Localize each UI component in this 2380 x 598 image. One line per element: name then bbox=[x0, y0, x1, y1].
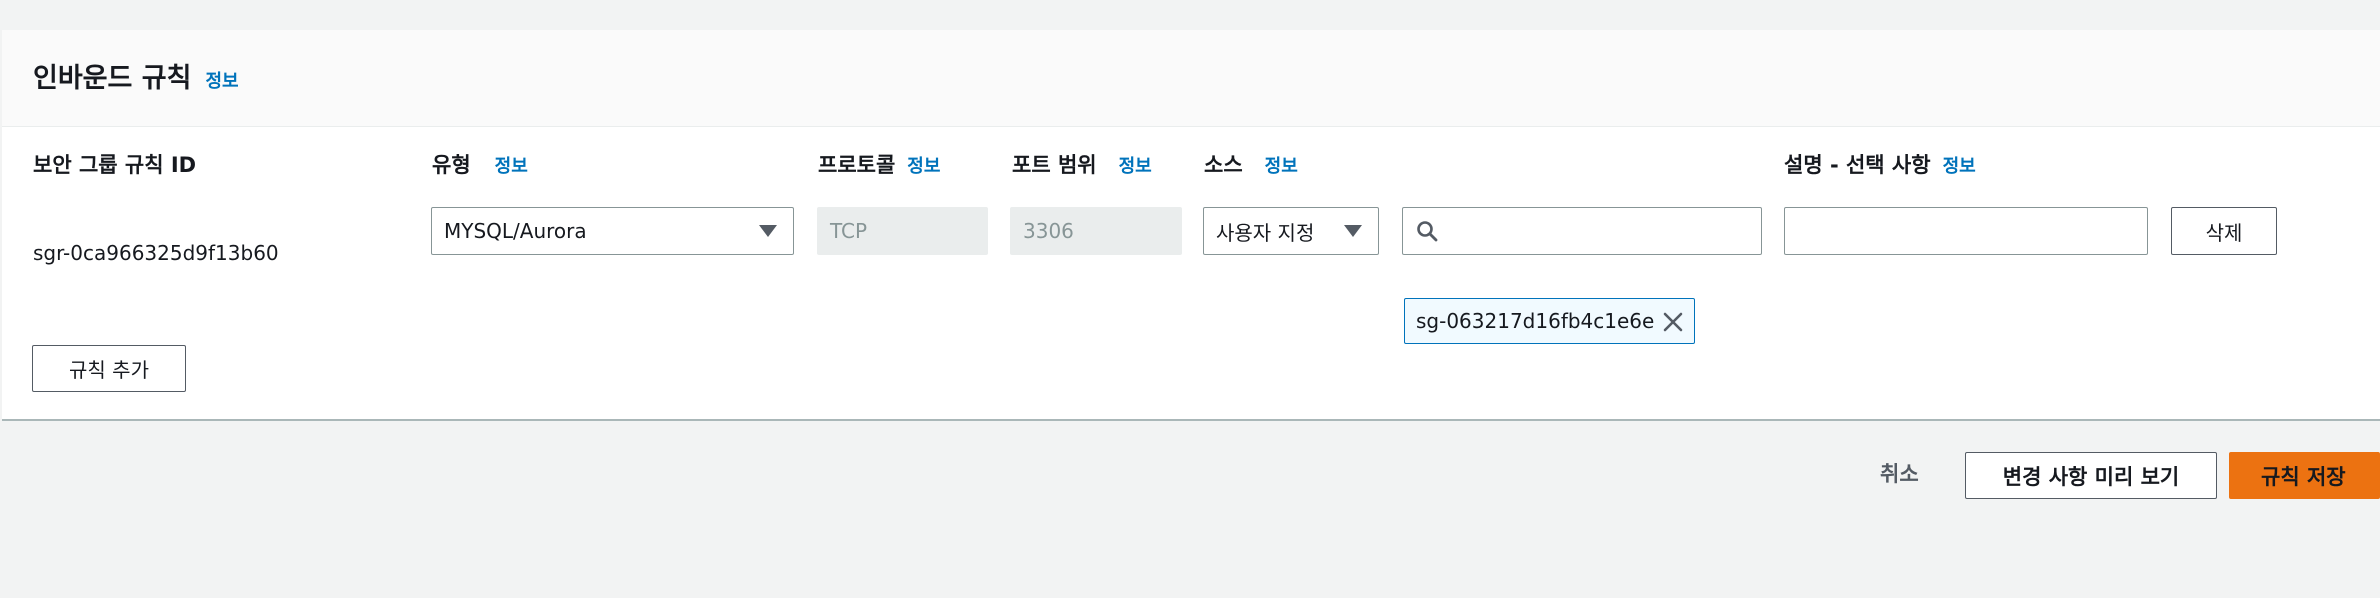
caret-down-icon bbox=[1344, 225, 1362, 237]
panel-title: 인바운드 규칙 정보 bbox=[33, 56, 239, 95]
delete-rule-button[interactable]: 삭제 bbox=[2171, 207, 2277, 255]
description-info-link[interactable]: 정보 bbox=[1943, 156, 1976, 177]
close-icon[interactable] bbox=[1662, 311, 1684, 333]
port-range-value: 3306 bbox=[1023, 219, 1074, 243]
type-info-link[interactable]: 정보 bbox=[495, 156, 528, 177]
column-header-type: 유형 정보 bbox=[432, 149, 528, 179]
add-rule-button[interactable]: 규칙 추가 bbox=[32, 345, 186, 392]
column-header-protocol-label: 프로토콜 bbox=[818, 153, 896, 177]
column-header-description-label: 설명 - 선택 사항 bbox=[1784, 153, 1931, 177]
port-range-field: 3306 bbox=[1010, 207, 1182, 255]
protocol-value: TCP bbox=[830, 219, 868, 243]
protocol-field: TCP bbox=[817, 207, 988, 255]
column-header-port-range: 포트 범위 정보 bbox=[1012, 149, 1152, 179]
caret-down-icon bbox=[759, 225, 777, 237]
column-header-source: 소스 정보 bbox=[1204, 149, 1298, 179]
port-range-info-link[interactable]: 정보 bbox=[1119, 156, 1152, 177]
source-token: sg-063217d16fb4c1e6e bbox=[1404, 298, 1695, 344]
column-header-source-label: 소스 bbox=[1204, 153, 1243, 177]
save-rules-button[interactable]: 규칙 저장 bbox=[2229, 452, 2380, 499]
panel-title-text: 인바운드 규칙 bbox=[33, 63, 192, 94]
column-header-type-label: 유형 bbox=[432, 153, 471, 177]
protocol-info-link[interactable]: 정보 bbox=[907, 156, 940, 177]
source-type-select[interactable]: 사용자 지정 bbox=[1203, 207, 1379, 255]
source-search-input[interactable] bbox=[1402, 207, 1762, 255]
column-header-port-range-label: 포트 범위 bbox=[1012, 153, 1097, 177]
security-group-rule-id: sgr-0ca966325d9f13b60 bbox=[33, 241, 279, 265]
column-header-rule-id: 보안 그룹 규칙 ID bbox=[33, 153, 197, 177]
preview-changes-button[interactable]: 변경 사항 미리 보기 bbox=[1965, 452, 2217, 499]
type-select[interactable]: MYSQL/Aurora bbox=[431, 207, 794, 255]
column-header-protocol: 프로토콜 정보 bbox=[818, 149, 940, 179]
panel-info-link[interactable]: 정보 bbox=[205, 71, 238, 92]
source-info-link[interactable]: 정보 bbox=[1265, 156, 1298, 177]
source-token-label: sg-063217d16fb4c1e6e bbox=[1416, 309, 1655, 333]
cancel-button[interactable]: 취소 bbox=[1880, 458, 1919, 488]
source-type-value: 사용자 지정 bbox=[1216, 220, 1315, 245]
panel-header: 인바운드 규칙 정보 bbox=[2, 30, 2380, 127]
inbound-rules-panel: 인바운드 규칙 정보 보안 그룹 규칙 ID 유형 정보 프로토콜 정보 포트 범위 정… bbox=[2, 30, 2380, 421]
search-icon bbox=[1417, 221, 1438, 242]
description-input[interactable] bbox=[1784, 207, 2148, 255]
type-select-value: MYSQL/Aurora bbox=[444, 219, 587, 243]
column-header-description: 설명 - 선택 사항 정보 bbox=[1784, 149, 1976, 179]
